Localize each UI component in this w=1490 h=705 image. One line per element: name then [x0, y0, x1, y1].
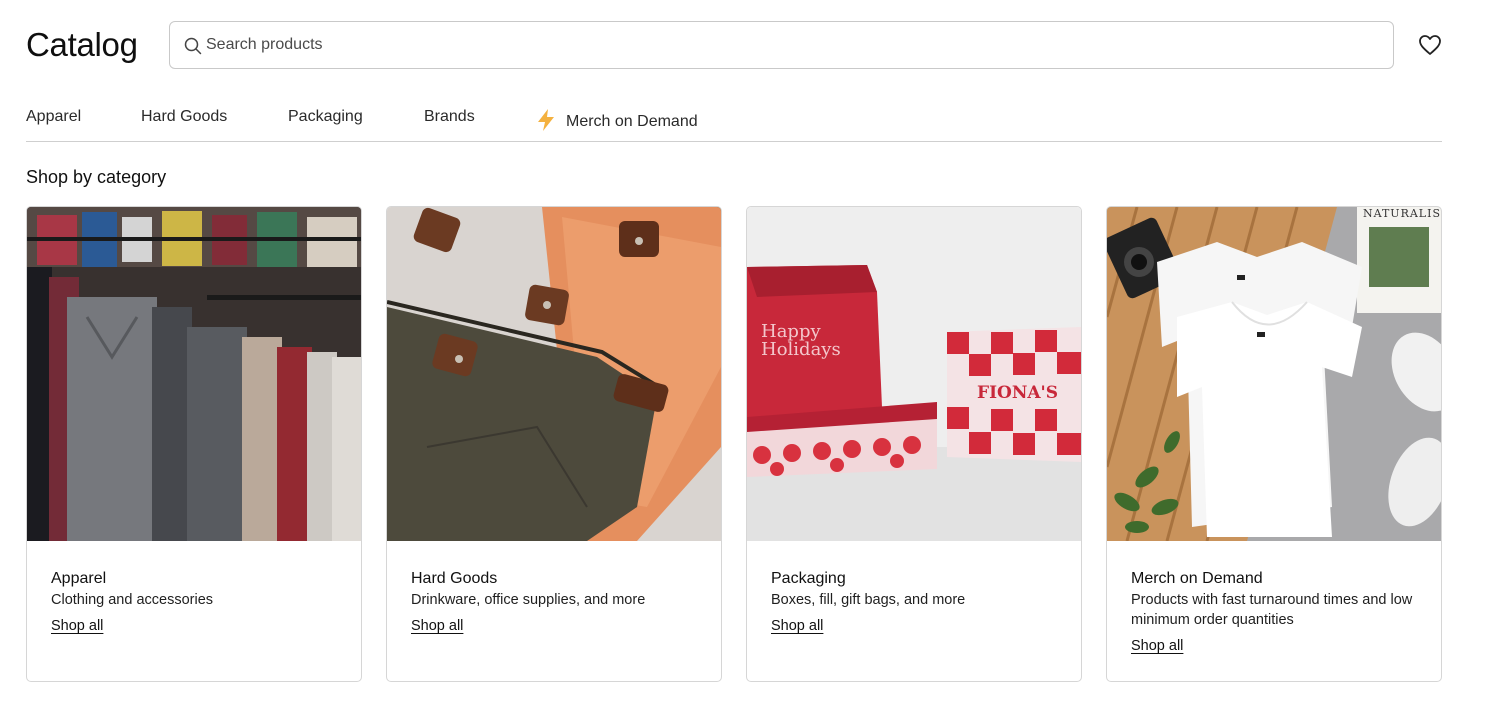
nav-item-apparel[interactable]: Apparel [26, 108, 81, 126]
box-text-line-2: Holidays [761, 339, 841, 360]
nav-item-brands[interactable]: Brands [424, 108, 475, 126]
heart-icon[interactable] [1418, 34, 1442, 56]
card-description: Clothing and accessories [51, 592, 214, 608]
nav-item-label: Apparel [26, 108, 82, 125]
card-title: Merch on Demand [1131, 570, 1263, 587]
clothing-rack-photo[interactable] [27, 207, 361, 541]
card-description: Products with fast turnaround times and … [1131, 592, 1413, 628]
shop-all-link[interactable]: Shop all [771, 618, 823, 634]
card-description: Drinkware, office supplies, and more [411, 592, 646, 608]
category-nav: Apparel Hard Goods Packaging Brands Merc… [26, 100, 1442, 142]
nav-item-merch-on-demand[interactable]: Merch on Demand [535, 108, 698, 132]
shop-all-link[interactable]: Shop all [51, 618, 103, 634]
pouches-photo[interactable] [387, 207, 721, 541]
page-title: Catalog [26, 26, 138, 63]
category-card-merch-on-demand[interactable]: NATURALIS Merch on Demand Products with … [1106, 206, 1442, 682]
shop-all-link[interactable]: Shop all [411, 618, 463, 634]
category-card-packaging[interactable]: Happy Holidays FIONA'S Packaging Boxes, … [746, 206, 1082, 682]
nav-item-label: Merch on Demand [566, 113, 698, 130]
card-body: Packaging Boxes, fill, gift bags, and mo… [771, 569, 1061, 635]
card-body: Hard Goods Drinkware, office supplies, a… [411, 569, 701, 635]
nav-item-label: Hard Goods [141, 108, 228, 125]
search-input[interactable] [206, 22, 1376, 68]
lightning-bolt-icon [538, 109, 554, 131]
header: Catalog [26, 21, 1442, 69]
nav-item-hard-goods[interactable]: Hard Goods [141, 108, 227, 126]
category-card-apparel[interactable]: Apparel Clothing and accessories Shop al… [26, 206, 362, 682]
magazine-title-text: NATURALIS [1363, 207, 1441, 220]
card-title: Packaging [771, 570, 846, 587]
shop-all-link[interactable]: Shop all [1131, 638, 1183, 654]
nav-item-label: Packaging [288, 108, 363, 125]
section-title: Shop by category [26, 167, 167, 187]
category-card-hard-goods[interactable]: Hard Goods Drinkware, office supplies, a… [386, 206, 722, 682]
card-title: Apparel [51, 570, 107, 587]
card-description: Boxes, fill, gift bags, and more [771, 592, 966, 608]
search-icon [184, 37, 202, 55]
tshirt-flatlay-photo[interactable]: NATURALIS [1107, 207, 1441, 541]
box-brand-text: FIONA'S [977, 383, 1058, 403]
card-title: Hard Goods [411, 570, 498, 587]
nav-item-packaging[interactable]: Packaging [288, 108, 363, 126]
search-bar[interactable] [169, 21, 1394, 69]
card-body: Merch on Demand Products with fast turna… [1131, 569, 1421, 655]
gift-boxes-photo[interactable]: Happy Holidays FIONA'S [747, 207, 1081, 541]
nav-item-label: Brands [424, 108, 475, 125]
card-body: Apparel Clothing and accessories Shop al… [51, 569, 341, 635]
